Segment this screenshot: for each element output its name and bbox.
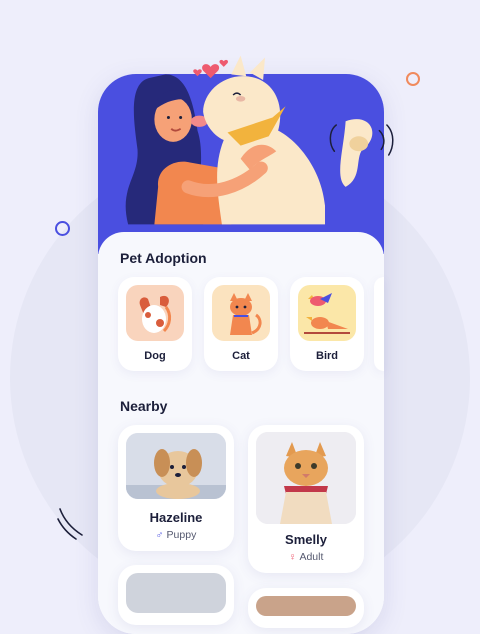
pet-card-partial[interactable] (118, 565, 234, 625)
category-card-bird[interactable]: Bird (290, 277, 364, 371)
pet-photo-partial (126, 573, 226, 613)
cat-icon (212, 285, 270, 341)
pet-card-smelly[interactable]: Smelly ♀ Adult (248, 425, 364, 573)
category-label-cat: Cat (232, 350, 250, 362)
dog-icon (126, 285, 184, 341)
woman-hugging-dog-illustration (125, 55, 394, 225)
category-label-dog: Dog (144, 350, 166, 362)
pet-photo-partial (256, 596, 356, 616)
category-card-cat[interactable]: Cat (204, 277, 278, 371)
pet-name: Smelly (285, 532, 327, 547)
section-title-nearby: Nearby (120, 398, 168, 414)
pet-info: ♀ Adult (248, 551, 364, 563)
section-title-pet-adoption: Pet Adoption (120, 250, 207, 266)
male-icon: ♂ (155, 529, 164, 541)
pet-age: Adult (299, 551, 324, 563)
pet-photo-cat (256, 432, 356, 524)
female-icon: ♀ (288, 551, 297, 563)
category-label-bird: Bird (316, 350, 338, 362)
decorative-ring (55, 221, 70, 236)
bird-icon (298, 285, 356, 341)
pet-info: ♂ Puppy (118, 529, 234, 541)
category-card-dog[interactable]: Dog (118, 277, 192, 371)
pet-age: Puppy (166, 529, 197, 541)
pet-card-hazeline[interactable]: Hazeline ♂ Puppy (118, 425, 234, 551)
pet-name: Hazeline (149, 510, 203, 525)
decorative-lines-icon (57, 508, 83, 540)
pet-card-partial[interactable] (248, 588, 364, 628)
pet-photo-puppy (126, 433, 226, 499)
category-card-partial[interactable] (374, 277, 384, 371)
decorative-ring (406, 72, 420, 86)
